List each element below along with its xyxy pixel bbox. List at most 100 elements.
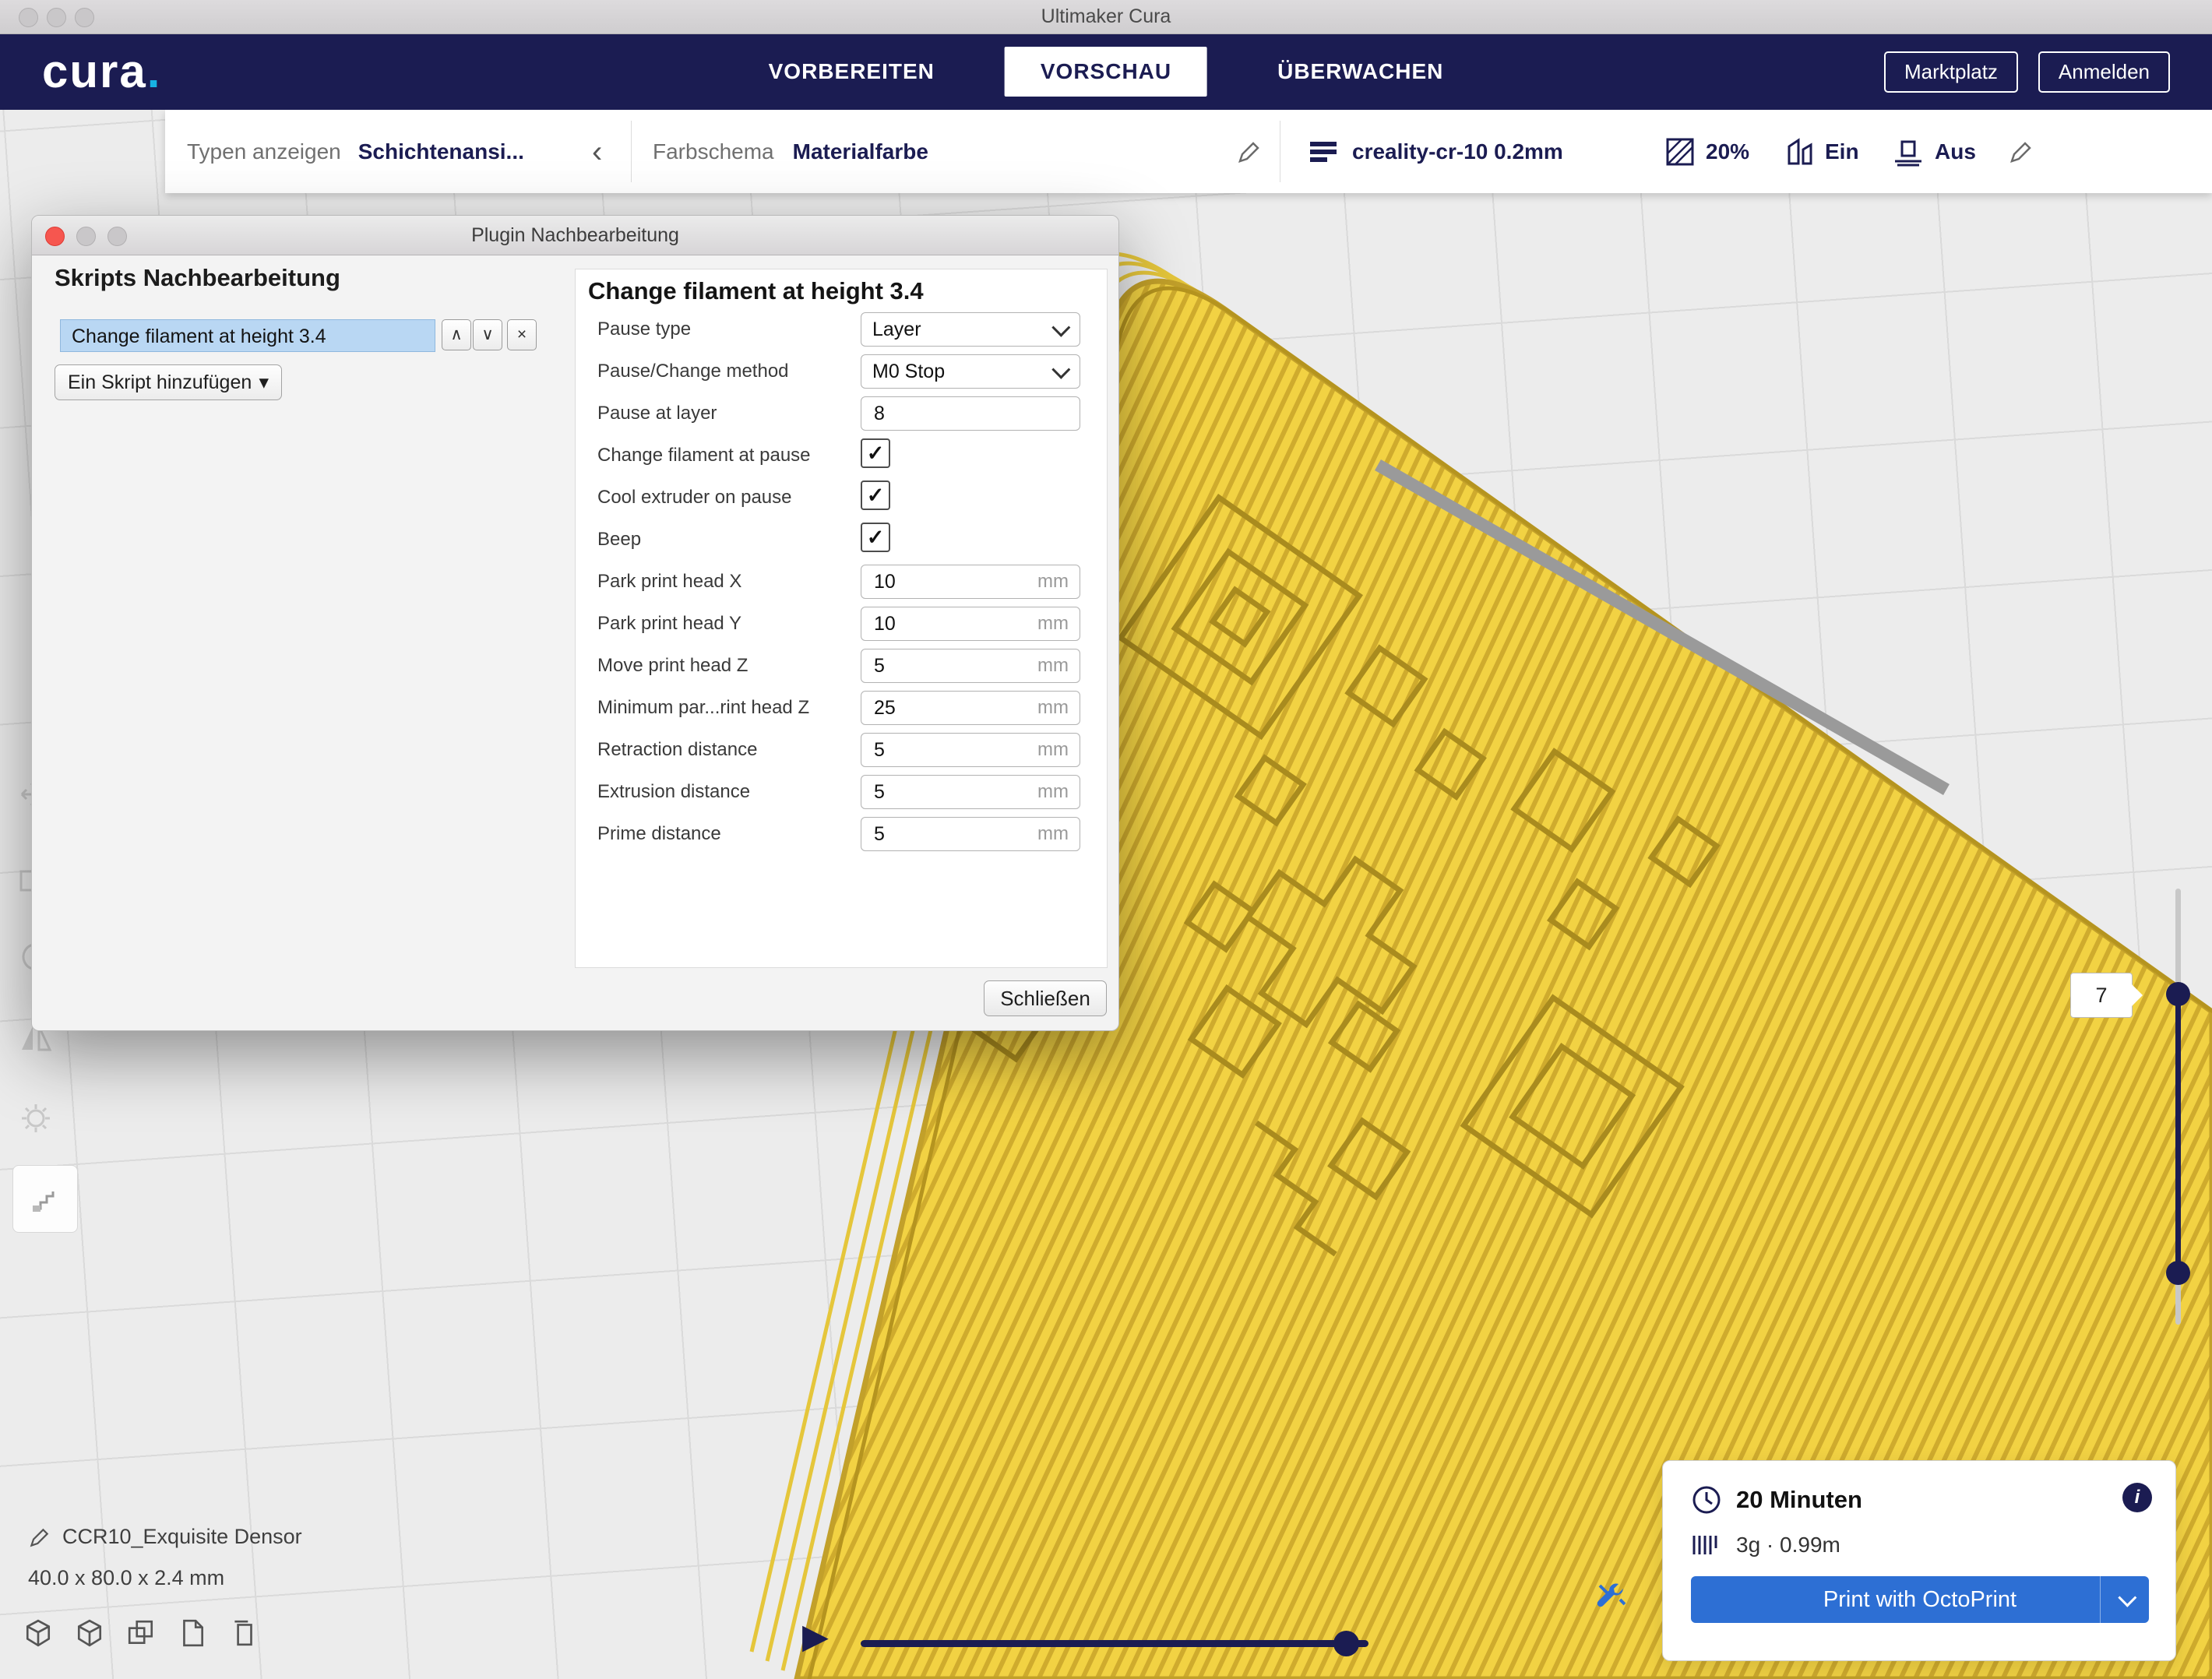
select-value: Layer [872,319,921,341]
tab-monitor[interactable]: ÜBERWACHEN [1254,47,1467,97]
printer-profile: creality-cr-10 0.2mm [1352,139,1563,164]
infill-setting[interactable]: 20% [1665,110,1749,193]
per-model-settings-icon[interactable] [17,1100,55,1137]
logo-dot: . [147,45,162,97]
info-icon[interactable]: i [2122,1483,2152,1512]
script-settings-form: Pause type Layer Pause/Change method M0 … [576,308,1107,855]
color-scheme-selector[interactable]: Farbschema Materialfarbe [653,110,928,193]
layer-slider-top-handle[interactable] [2166,982,2190,1006]
view-toolbar: Typen anzeigen Schichtenansi... ‹ Farbsc… [165,110,2212,193]
minimum-park-z-field[interactable]: mm [861,691,1080,725]
tab-prepare[interactable]: VORBEREITEN [745,47,958,97]
extrusion-distance-input[interactable] [872,780,1037,804]
cube-icon[interactable] [75,1618,104,1648]
support-setting[interactable]: Ein [1786,110,1859,193]
macos-titlebar[interactable]: Ultimaker Cura [0,0,2212,34]
copy-icon[interactable] [126,1618,156,1648]
script-list-item[interactable]: Change filament at height 3.4 [60,319,435,352]
tab-preview[interactable]: VORSCHAU [1005,47,1207,97]
extrusion-distance-field[interactable]: mm [861,775,1080,809]
collapse-arrow[interactable]: ‹ [592,110,602,193]
play-button[interactable]: ▶ [802,1620,829,1654]
add-script-button[interactable]: Ein Skript hinzufügen ▾ [55,364,282,400]
material-usage: 3g · 0.99m [1736,1533,1840,1558]
layers-icon [1309,139,1338,165]
adhesion-setting[interactable]: Aus [1893,110,1976,193]
field-label: Prime distance [597,823,721,845]
cool-extruder-checkbox[interactable]: ✓ [861,480,890,510]
dialog-titlebar[interactable]: Plugin Nachbearbeitung [32,216,1118,255]
material-usage-row: 3g · 0.99m [1691,1533,1840,1558]
beep-checkbox[interactable]: ✓ [861,523,890,552]
pause-at-layer-input[interactable] [872,402,1069,426]
path-slider-track[interactable] [861,1640,1368,1647]
print-options-dropdown[interactable] [2100,1576,2149,1623]
unit-label: mm [1037,823,1069,845]
unit-label: mm [1037,697,1069,719]
signin-button[interactable]: Anmelden [2038,51,2170,93]
pause-method-select[interactable]: M0 Stop [861,354,1080,389]
unit-label: mm [1037,781,1069,803]
form-row: Change filament at pause ✓ [576,435,1107,477]
print-order-panel[interactable] [12,1165,78,1233]
stairs-icon [28,1182,62,1216]
minimum-park-z-input[interactable] [872,696,1037,720]
park-head-y-field[interactable]: mm [861,607,1080,641]
check-icon: ✓ [867,526,885,550]
park-head-y-input[interactable] [872,612,1037,636]
dialog-title: Plugin Nachbearbeitung [32,216,1118,255]
support-value: Ein [1825,139,1859,164]
retraction-distance-input[interactable] [872,738,1037,762]
retraction-distance-field[interactable]: mm [861,733,1080,767]
move-head-z-input[interactable] [872,654,1037,678]
edit-print-settings[interactable] [2008,110,2034,193]
infill-icon [1665,137,1695,167]
view-type-value: Schichtenansi... [358,139,524,164]
move-script-down-button[interactable]: ∨ [473,319,502,350]
field-label: Cool extruder on pause [597,487,792,509]
move-head-z-field[interactable]: mm [861,649,1080,683]
print-settings-summary[interactable]: creality-cr-10 0.2mm [1309,110,1563,193]
pause-type-select[interactable]: Layer [861,312,1080,347]
field-label: Retraction distance [597,739,757,761]
app-window: 7 [0,0,2212,1679]
prime-distance-field[interactable]: mm [861,817,1080,851]
header-buttons: Marktplatz Anmelden [1884,33,2170,110]
form-row: Beep ✓ [576,519,1107,561]
clock-icon [1691,1484,1722,1515]
file-icon[interactable] [178,1618,207,1648]
view-type-selector[interactable]: Typen anzeigen Schichtenansi... [187,110,524,193]
change-filament-checkbox[interactable]: ✓ [861,438,890,468]
pencil-icon[interactable] [28,1526,51,1549]
pencil-icon [2008,139,2034,165]
dialog-close-action-button[interactable]: Schließen [984,980,1107,1016]
field-label: Change filament at pause [597,445,811,466]
remove-script-button[interactable]: × [507,319,537,350]
cube-icon[interactable] [23,1618,53,1648]
select-value: M0 Stop [872,361,945,383]
edit-color-scheme[interactable] [1236,110,1263,193]
move-script-up-button[interactable]: ∧ [442,319,471,350]
model-name: CCR10_Exquisite Densor [62,1525,302,1549]
form-row: Pause/Change method M0 Stop [576,350,1107,392]
path-slider-handle[interactable] [1333,1631,1359,1656]
prime-distance-input[interactable] [872,822,1037,847]
octoprint-settings-button[interactable] [1594,1579,1629,1619]
unit-label: mm [1037,613,1069,635]
filament-icon [1691,1533,1722,1558]
form-row: Cool extruder on pause ✓ [576,477,1107,519]
park-head-x-field[interactable]: mm [861,565,1080,599]
park-head-x-input[interactable] [872,570,1037,594]
layer-slider-bottom-handle[interactable] [2166,1261,2190,1285]
print-with-octoprint-button[interactable]: Print with OctoPrint [1691,1576,2149,1623]
chevron-down-icon [1051,360,1070,378]
field-label: Minimum par...rint head Z [597,697,809,719]
marketplace-button[interactable]: Marktplatz [1884,51,2018,93]
pencil-icon [1236,139,1263,165]
pause-at-layer-field[interactable] [861,396,1080,431]
form-row: Prime distance mm [576,813,1107,855]
infill-value: 20% [1706,139,1749,164]
field-label: Pause type [597,319,691,340]
files-icon[interactable] [229,1618,259,1648]
chevron-left-icon: ‹ [592,136,602,167]
